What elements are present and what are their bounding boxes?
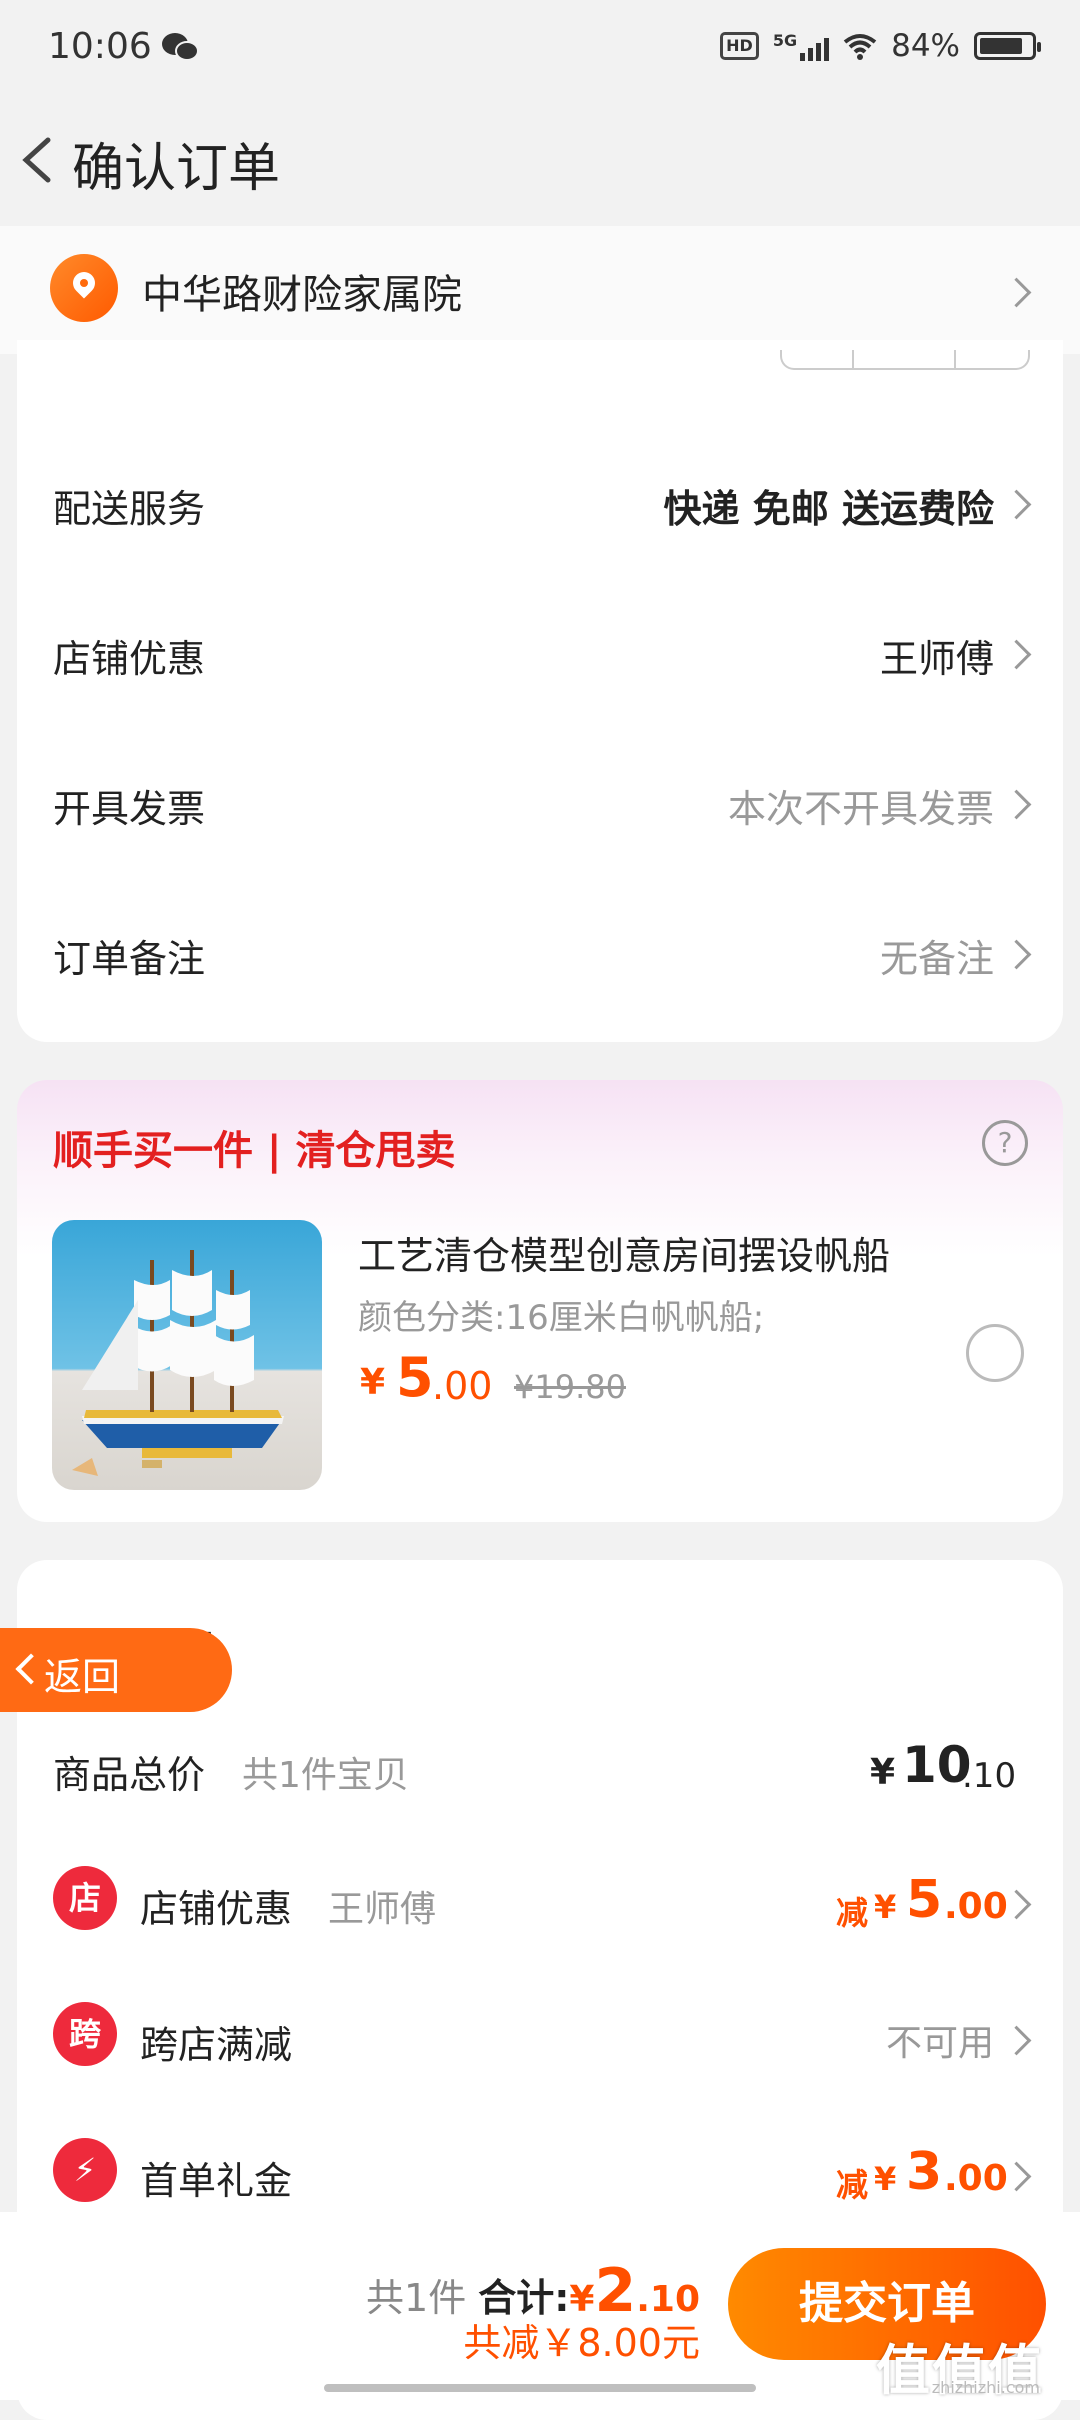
quantity-stepper[interactable] — [780, 350, 1030, 370]
wifi-icon — [843, 34, 877, 60]
total-currency: ¥ — [870, 1752, 896, 1793]
cross-store-icon: 跨 — [53, 2002, 117, 2066]
product-spec: 颜色分类:16厘米白帆帆船; — [358, 1298, 765, 1338]
add-item-radio[interactable] — [966, 1324, 1024, 1382]
shop-discount-detail-label: 店铺优惠 — [140, 1887, 293, 1931]
invoice-label: 开具发票 — [53, 787, 206, 831]
battery-percent: 84% — [891, 28, 960, 64]
float-back-label: 返回 — [44, 1655, 121, 1699]
product-image[interactable] — [52, 1220, 322, 1490]
discount-currency: ¥ — [874, 1888, 897, 1926]
nav-bar: 确认订单 — [0, 100, 1080, 220]
remark-label: 订单备注 — [53, 937, 206, 981]
total-decimal: .10 — [962, 1756, 1017, 1796]
shop-discount-label: 店铺优惠 — [53, 637, 206, 681]
chevron-left-icon — [15, 1653, 47, 1685]
first-order-label: 首单礼金 — [140, 2159, 293, 2203]
invoice-value[interactable]: 本次不开具发票 — [728, 778, 994, 833]
back-arrow-icon[interactable] — [10, 120, 70, 200]
signal-icon: 5G — [772, 31, 830, 61]
total-count: 共1件宝贝 — [242, 1755, 409, 1796]
status-time: 10:06 — [48, 26, 152, 67]
delivery-label: 配送服务 — [53, 487, 206, 531]
price-integer: 5 — [396, 1346, 434, 1409]
saving-text: 共减￥8.00元 — [463, 2321, 700, 2365]
price-decimal: .00 — [432, 1364, 493, 1408]
battery-icon — [974, 32, 1041, 60]
cross-store-value: 不可用 — [885, 2023, 994, 2064]
item-count: 共1件 — [366, 2276, 467, 2320]
status-right: HD 5G 84% — [720, 28, 1041, 64]
shop-discount-value[interactable]: 王师傅 — [880, 628, 994, 683]
product-name[interactable]: 工艺清仓模型创意房间摆设帆船 — [358, 1225, 890, 1280]
shop-discount-detail-sub: 王师傅 — [328, 1889, 437, 1930]
shop-icon: 店 — [53, 1866, 117, 1930]
network-type: 5G — [772, 31, 798, 50]
first-order-decimal: .00 — [944, 2158, 1008, 2199]
page-title: 确认订单 — [72, 139, 281, 199]
status-bar: 10:06 HD 5G 84% — [0, 0, 1080, 100]
first-order-integer: 3 — [906, 2142, 943, 2202]
discount-decimal: .00 — [944, 1886, 1008, 1927]
cross-store-label: 跨店满减 — [140, 2023, 293, 2067]
sailboat-icon — [72, 1250, 284, 1476]
discount-prefix: 减 — [836, 1894, 869, 1932]
address-bar[interactable]: 中华路财险家属院 — [0, 226, 1080, 354]
first-order-prefix: 减 — [836, 2166, 869, 2204]
lightning-icon: ⚡ — [53, 2138, 117, 2202]
delivery-value[interactable]: 快递 免邮 送运费险 — [664, 478, 994, 533]
recommend-title: 顺手买一件 | 清仓甩卖 — [53, 1128, 456, 1174]
watermark-url: zhizhizhi.com — [931, 2378, 1040, 2397]
wechat-icon — [162, 33, 199, 61]
price-currency: ¥ — [360, 1362, 386, 1403]
discount-integer: 5 — [906, 1870, 943, 1930]
address-text: 中华路财险家属院 — [142, 272, 462, 318]
first-order-currency: ¥ — [874, 2160, 897, 2198]
remark-value[interactable]: 无备注 — [880, 928, 994, 983]
location-pin-icon — [50, 254, 118, 322]
help-icon[interactable]: ? — [982, 1120, 1028, 1166]
hd-icon: HD — [720, 32, 759, 60]
home-indicator[interactable] — [324, 2384, 756, 2392]
total-label: 商品总价 — [53, 1753, 206, 1797]
original-price: ¥19.80 — [514, 1368, 626, 1406]
float-back-button[interactable]: 返回 — [0, 1628, 232, 1712]
chevron-right-icon — [1001, 277, 1032, 308]
